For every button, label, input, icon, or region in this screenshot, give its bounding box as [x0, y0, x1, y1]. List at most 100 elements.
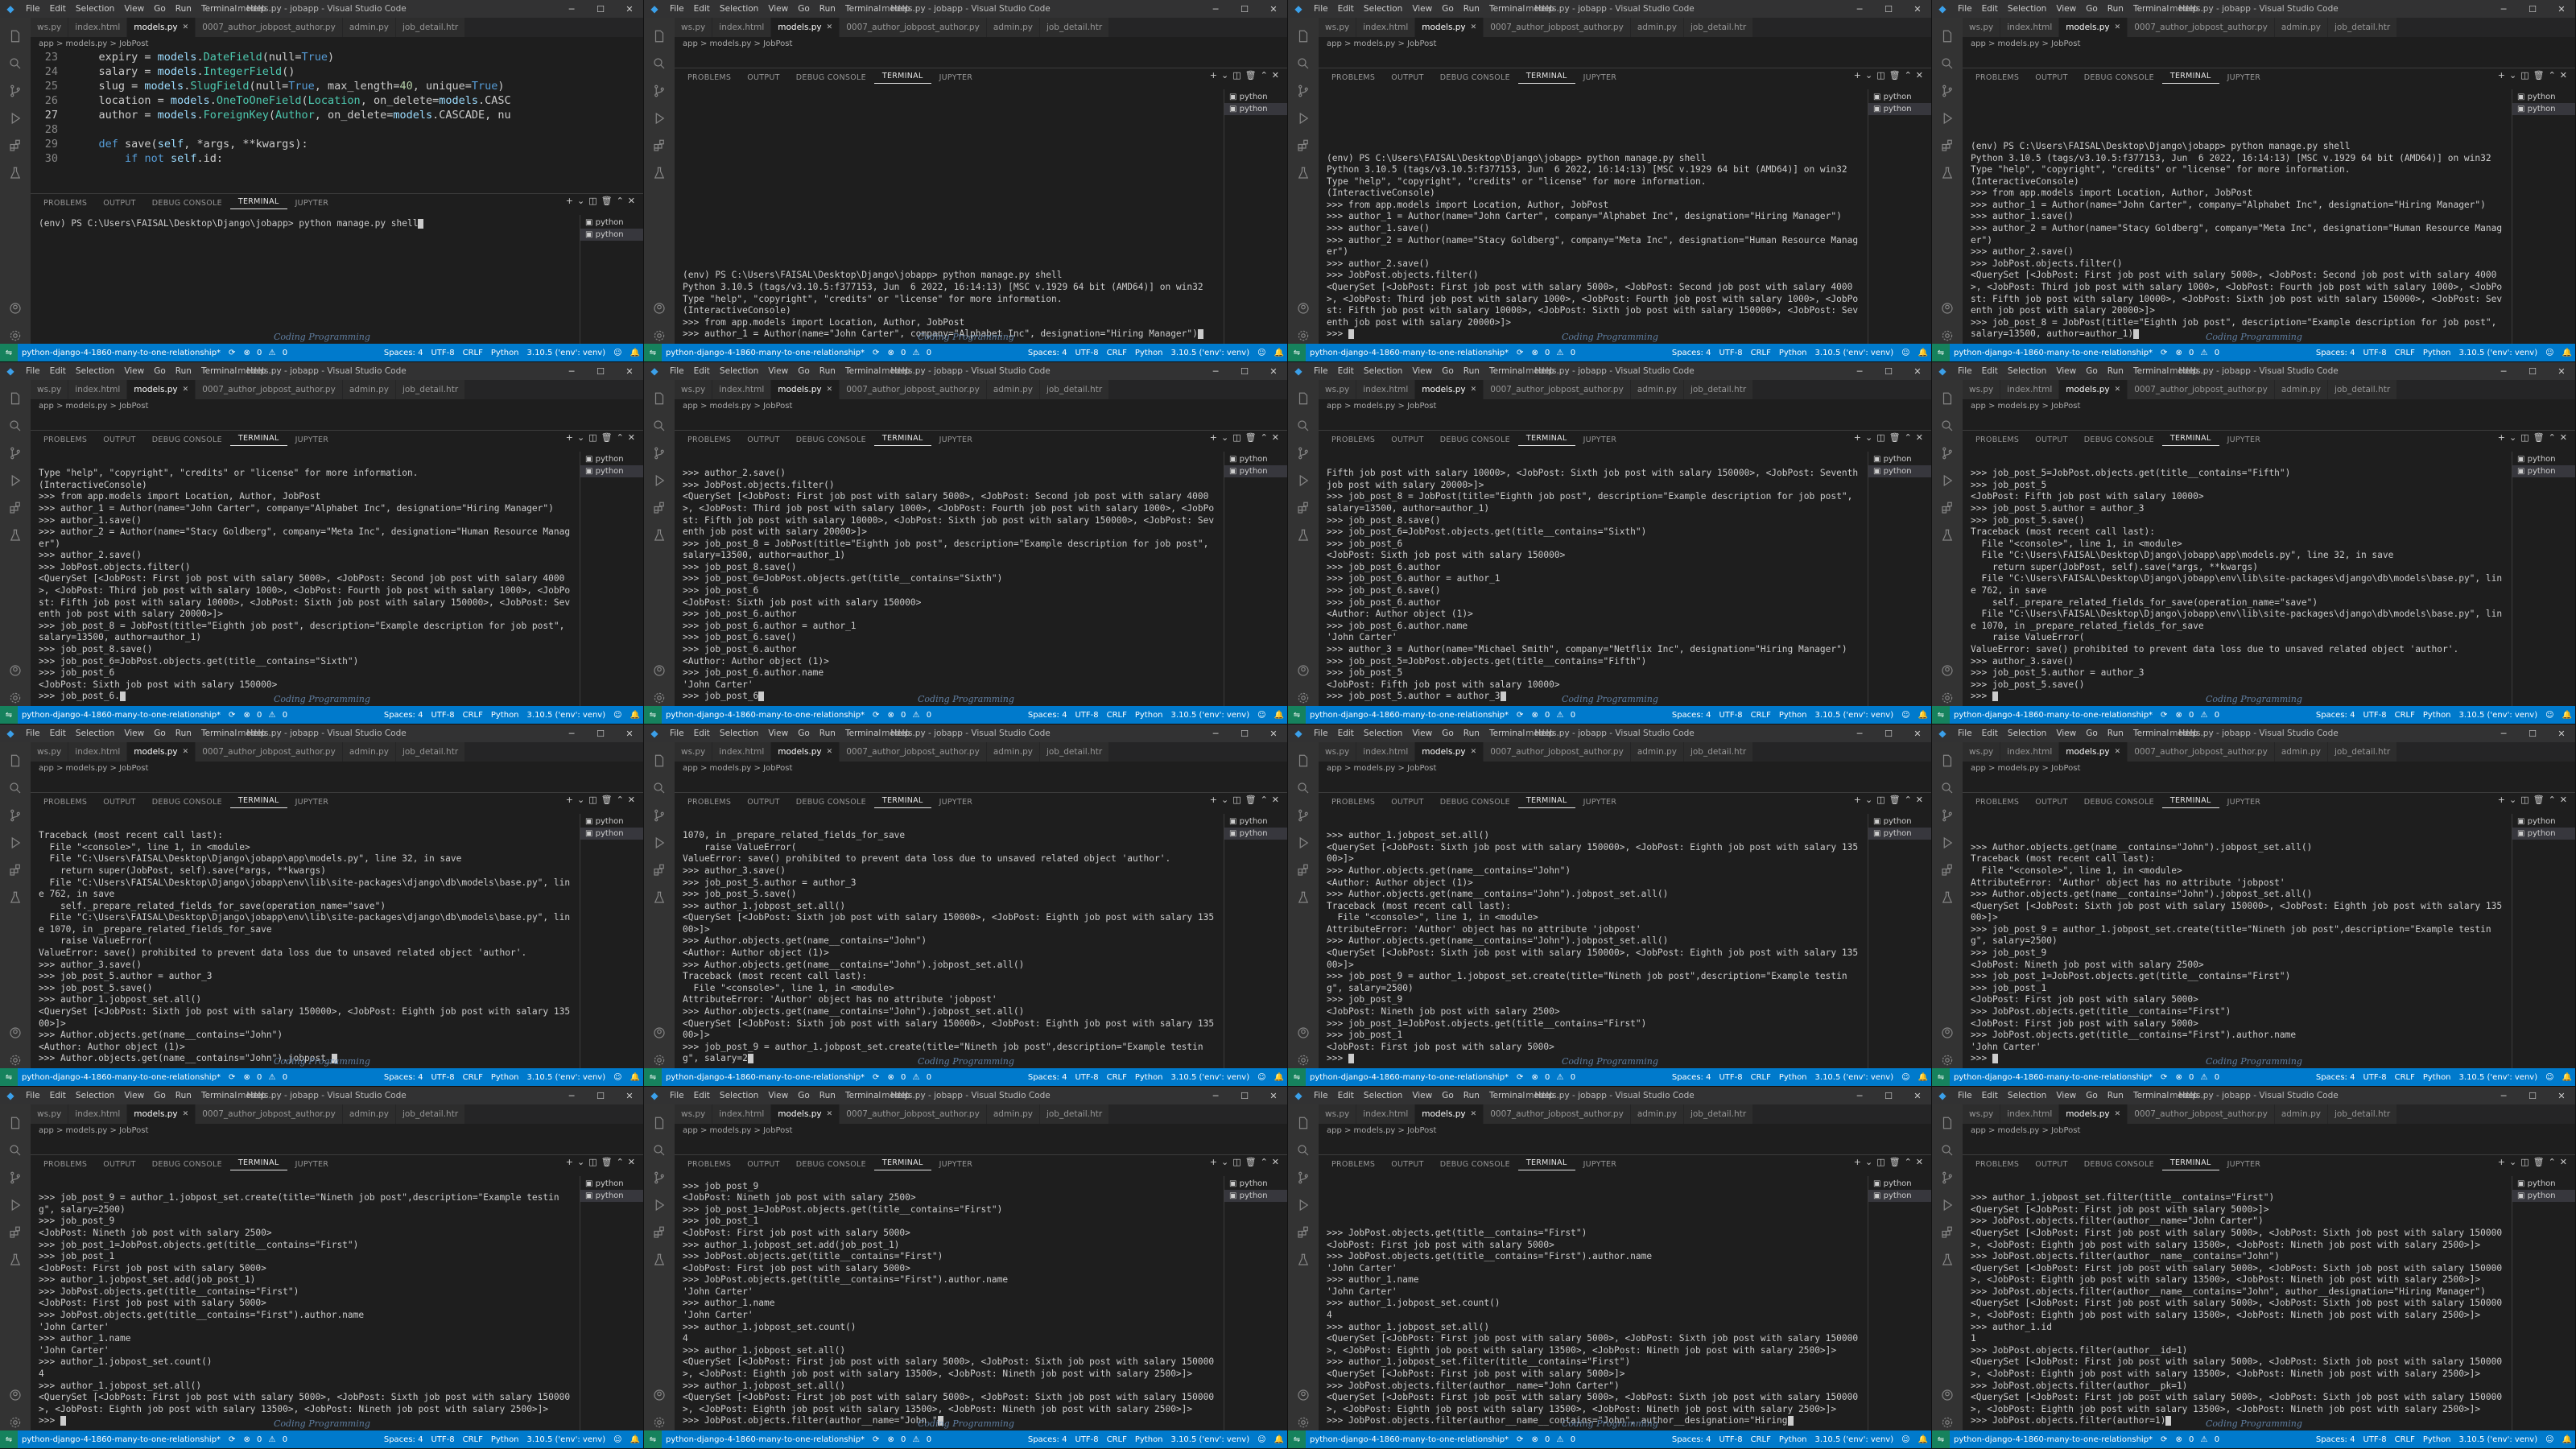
panel-tab-jupyter[interactable]: JUPYTER [2219, 73, 2269, 82]
minimize-icon[interactable]: ─ [1201, 0, 1230, 18]
remote-icon[interactable]: ⇋ [1932, 344, 1950, 361]
extensions-icon[interactable] [0, 132, 31, 159]
account-icon[interactable] [1288, 1019, 1319, 1046]
branch-status[interactable]: python-django-4-1860-many-to-one-relatio… [662, 1435, 869, 1444]
panel-tab-terminal[interactable]: TERMINAL [229, 434, 287, 446]
feedback-icon[interactable]: ☺ [609, 349, 625, 357]
breadcrumb[interactable]: app > models.py > JobPost [1319, 762, 1931, 774]
editor-tab[interactable]: models.py ✕ [2059, 1104, 2128, 1124]
menu-item-help[interactable]: Help [1530, 366, 1558, 376]
language-status[interactable]: Python [1131, 1435, 1167, 1444]
editor-tab[interactable]: index.html [68, 18, 128, 37]
code-editor[interactable]: 23 expiry = models.DateField(null=True) 2… [31, 50, 643, 193]
menu-item-view[interactable]: View [119, 729, 149, 738]
sync-icon[interactable]: ⟳ [1513, 711, 1527, 720]
editor-tab[interactable]: 0007_author_jobpost_author.py [196, 742, 343, 762]
new-terminal-icon[interactable]: + [1854, 795, 1865, 805]
terminal-output[interactable]: >>> author_1.jobpost_set.all() <QuerySet… [1319, 814, 1868, 1068]
panel-tab-terminal[interactable]: TERMINAL [873, 796, 931, 808]
menu-item-edit[interactable]: Edit [45, 4, 71, 14]
editor-tab[interactable]: job_detail.htr [395, 742, 466, 762]
split-terminal-icon[interactable]: ◫ [1876, 795, 1889, 805]
close-tab-icon[interactable]: ✕ [2115, 23, 2121, 31]
menu-item-edit[interactable]: Edit [45, 1091, 71, 1100]
editor-tab[interactable]: models.py ✕ [1415, 380, 1484, 399]
encoding-status[interactable]: UTF-8 [1071, 1435, 1102, 1444]
editor-tab[interactable]: 0007_author_jobpost_author.py [840, 18, 987, 37]
extensions-icon[interactable] [644, 494, 675, 522]
menu-item-terminal[interactable]: Terminal [196, 366, 242, 376]
extensions-icon[interactable] [1932, 494, 1963, 522]
branch-status[interactable]: python-django-4-1860-many-to-one-relatio… [1306, 711, 1513, 720]
sync-icon[interactable]: ⟳ [869, 711, 883, 720]
chevron-down-icon[interactable]: ⌄ [1865, 432, 1876, 443]
panel-tab-debug-console[interactable]: DEBUG CONSOLE [144, 436, 230, 444]
menu-item-terminal[interactable]: Terminal [196, 4, 242, 14]
chevron-up-icon[interactable]: ⌃ [1905, 795, 1916, 805]
panel-tab-output[interactable]: OUTPUT [1383, 1160, 1432, 1169]
extensions-icon[interactable] [644, 132, 675, 159]
menu-item-edit[interactable]: Edit [1977, 1091, 2003, 1100]
editor-tab[interactable]: admin.py [2274, 380, 2328, 399]
split-terminal-icon[interactable]: ◫ [588, 1157, 601, 1167]
bell-icon[interactable]: 🔔 [2558, 711, 2575, 720]
chevron-down-icon[interactable]: ⌄ [1221, 795, 1232, 805]
menu-item-selection[interactable]: Selection [2003, 1091, 2051, 1100]
close-panel-icon[interactable]: ✕ [1272, 1157, 1283, 1167]
branch-status[interactable]: python-django-4-1860-many-to-one-relatio… [1306, 1073, 1513, 1082]
indent-status[interactable]: Spaces: 4 [380, 711, 427, 720]
extensions-icon[interactable] [1932, 132, 1963, 159]
remote-icon[interactable]: ⇋ [1288, 344, 1306, 361]
close-panel-icon[interactable]: ✕ [628, 432, 639, 443]
encoding-status[interactable]: UTF-8 [2359, 711, 2390, 720]
menu-item-edit[interactable]: Edit [689, 1091, 715, 1100]
bell-icon[interactable]: 🔔 [2558, 1073, 2575, 1082]
chevron-up-icon[interactable]: ⌃ [1261, 70, 1272, 80]
maximize-icon[interactable]: ☐ [2518, 1087, 2547, 1104]
panel-tab-problems[interactable]: PROBLEMS [679, 798, 739, 807]
terminal-output[interactable]: (env) PS C:\Users\FAISAL\Desktop\Django\… [1963, 89, 2512, 344]
source-control-icon[interactable] [0, 77, 31, 105]
close-tab-icon[interactable]: ✕ [183, 1110, 189, 1118]
close-tab-icon[interactable]: ✕ [1471, 386, 1477, 394]
editor-tab[interactable]: 0007_author_jobpost_author.py [840, 380, 987, 399]
problems-status[interactable]: ⊗ 0 ⚠ 0 [883, 1435, 939, 1444]
chevron-up-icon[interactable]: ⌃ [1905, 432, 1916, 443]
chevron-down-icon[interactable]: ⌄ [1865, 795, 1876, 805]
interpreter-status[interactable]: 3.10.5 ('env': venv) [1811, 711, 1898, 720]
run-debug-icon[interactable] [0, 105, 31, 132]
panel-tab-problems[interactable]: PROBLEMS [35, 436, 95, 444]
close-icon[interactable]: ✕ [615, 362, 643, 380]
panel-tab-debug-console[interactable]: DEBUG CONSOLE [1432, 1160, 1518, 1169]
account-icon[interactable] [1288, 1381, 1319, 1409]
problems-status[interactable]: ⊗ 0 ⚠ 0 [883, 711, 939, 720]
editor-tab[interactable]: job_detail.htr [395, 18, 466, 37]
menu-item-terminal[interactable]: Terminal [840, 1091, 886, 1100]
sync-icon[interactable]: ⟳ [2157, 1073, 2171, 1082]
menu-item-terminal[interactable]: Terminal [1484, 366, 1530, 376]
split-terminal-icon[interactable]: ◫ [2520, 1157, 2533, 1167]
editor-tab[interactable]: admin.py [1630, 742, 1684, 762]
language-status[interactable]: Python [1775, 711, 1811, 720]
code-editor[interactable] [1319, 1137, 1931, 1156]
code-editor[interactable] [1963, 50, 2575, 69]
trash-icon[interactable]: 🗑 [601, 1157, 617, 1167]
panel-tab-terminal[interactable]: TERMINAL [2161, 1158, 2219, 1170]
maximize-icon[interactable]: ☐ [1874, 0, 1903, 18]
menu-item-run[interactable]: Run [171, 366, 196, 376]
search-icon[interactable] [0, 412, 31, 440]
panel-tab-debug-console[interactable]: DEBUG CONSOLE [2076, 1160, 2162, 1169]
encoding-status[interactable]: UTF-8 [427, 349, 458, 357]
interpreter-status[interactable]: 3.10.5 ('env': venv) [1167, 1073, 1254, 1082]
editor-tab[interactable]: index.html [712, 18, 772, 37]
editor-tab[interactable]: admin.py [986, 380, 1040, 399]
language-status[interactable]: Python [487, 711, 523, 720]
menu-item-view[interactable]: View [763, 4, 793, 14]
editor-tab[interactable]: models.py ✕ [127, 18, 196, 37]
panel-tab-output[interactable]: OUTPUT [2027, 798, 2076, 807]
remote-icon[interactable]: ⇋ [644, 1068, 662, 1086]
maximize-icon[interactable]: ☐ [1874, 1087, 1903, 1104]
panel-tab-output[interactable]: OUTPUT [2027, 1160, 2076, 1169]
code-editor[interactable] [1963, 774, 2575, 794]
menu-item-selection[interactable]: Selection [715, 4, 763, 14]
